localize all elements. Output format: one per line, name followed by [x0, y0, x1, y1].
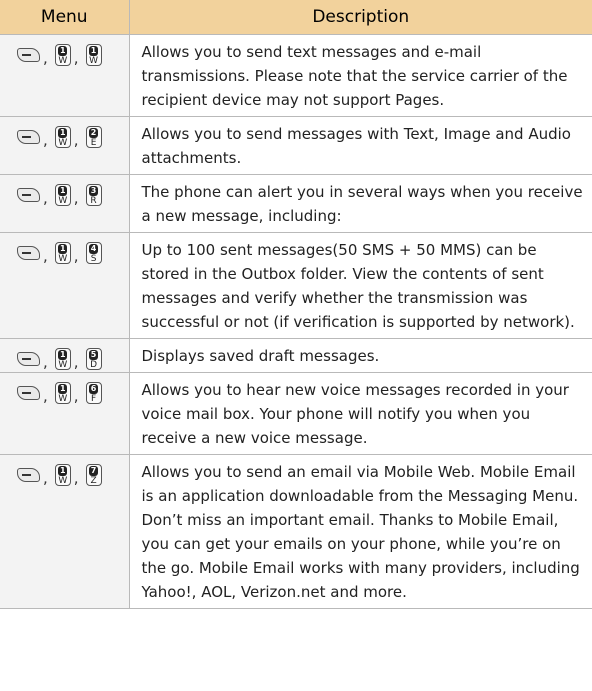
number-key-icon: 6F [85, 382, 102, 404]
key-separator: , [73, 130, 79, 149]
key-letter: Z [90, 476, 97, 486]
key-sequence: ,1W,1W [17, 44, 129, 66]
key-letter: W [58, 394, 68, 404]
key-separator: , [73, 468, 79, 487]
key-sequence: ,1W,3R [17, 184, 129, 206]
key-letter: F [90, 394, 97, 404]
table-header-row: Menu Description [0, 0, 592, 35]
key-letter: W [58, 254, 68, 264]
key-separator: , [73, 352, 79, 371]
key-separator: , [43, 188, 48, 207]
table-row: , 1 W, 1 W Allows you to send text messages a… [0, 34, 592, 117]
key-separator: , [43, 246, 48, 265]
key-separator: , [73, 386, 79, 405]
table-row: , 1 W, 5 D Displays saved draft messages. [0, 338, 592, 373]
menu-key-sequence: ,1W,2E [0, 116, 130, 175]
key-separator: , [43, 130, 48, 149]
number-key-icon: 1W [54, 184, 71, 206]
menu-column-header: Menu [0, 0, 130, 35]
key-sequence: ,1W,5D [17, 348, 129, 370]
left-soft-key-icon [17, 246, 40, 260]
left-soft-key-icon [17, 468, 40, 482]
key-number: 1 [58, 46, 68, 56]
key-number: 1 [58, 244, 68, 254]
key-number: 1 [58, 384, 68, 394]
key-sequence: ,1W,7Z [17, 464, 129, 486]
table-row: , 1 W, 3 R The phone can alert you in several… [0, 174, 592, 233]
number-key-icon: 1W [54, 242, 71, 264]
menu-key-sequence: ,1W,6F [0, 372, 130, 455]
left-soft-key-icon [17, 386, 40, 400]
description-cell: Allows you to send text messages and e-m… [129, 34, 592, 117]
key-number: 6 [89, 384, 99, 394]
number-key-icon: 1W [54, 348, 71, 370]
key-letter: W [58, 476, 68, 486]
description-cell: Allows you to hear new voice messages re… [129, 372, 592, 455]
key-letter: W [89, 56, 99, 66]
description-cell: Allows you to send an email via Mobile W… [129, 454, 592, 609]
table-row: , 1 W, 7 Z Allows you to send an email via Mo… [0, 454, 592, 609]
key-letter: R [90, 196, 97, 206]
key-separator: , [73, 246, 79, 265]
key-number: 1 [58, 466, 68, 476]
table-body: , 1 W, 1 W Allows you to send text messages a… [0, 34, 592, 609]
left-soft-key-icon [17, 188, 40, 202]
key-sequence: ,1W,6F [17, 382, 129, 404]
table-row: , 1 W, 2 E Allows you to send messages with T… [0, 116, 592, 175]
left-soft-key-icon [17, 48, 40, 62]
key-separator: , [43, 352, 48, 371]
key-number: 1 [58, 186, 68, 196]
number-key-icon: 3R [85, 184, 102, 206]
left-soft-key-icon [17, 130, 40, 144]
key-number: 1 [58, 350, 68, 360]
number-key-icon: 7Z [85, 464, 102, 486]
key-number: 2 [89, 128, 99, 138]
number-key-icon: 1W [54, 382, 71, 404]
description-column-header: Description [129, 0, 592, 35]
menu-key-sequence: ,1W,1W [0, 34, 130, 117]
number-key-icon: 1W [54, 464, 71, 486]
key-separator: , [73, 188, 79, 207]
number-key-icon: 1W [54, 44, 71, 66]
key-letter: W [58, 138, 68, 148]
left-soft-key-icon [17, 352, 40, 366]
table-row: , 1 W, 6 F Allows you to hear new voice messa… [0, 372, 592, 455]
number-key-icon: 1W [54, 126, 71, 148]
number-key-icon: 4S [85, 242, 102, 264]
key-letter: W [58, 56, 68, 66]
messaging-menu-table: Menu Description , 1 W, 1 W Allows you to sen… [0, 0, 592, 609]
menu-key-sequence: ,1W,5D [0, 338, 130, 373]
key-letter: W [58, 360, 68, 370]
key-letter: W [58, 196, 68, 206]
table-row: , 1 W, 4 S Up to 100 sent messages(50 SMS + 5… [0, 232, 592, 339]
description-cell: Allows you to send messages with Text, I… [129, 116, 592, 175]
menu-key-sequence: ,1W,7Z [0, 454, 130, 609]
key-letter: S [90, 254, 97, 264]
description-cell: Displays saved draft messages. [129, 338, 592, 373]
key-separator: , [43, 386, 48, 405]
manual-page: Menu Description , 1 W, 1 W Allows you to sen… [0, 0, 592, 691]
key-number: 5 [89, 350, 99, 360]
key-separator: , [73, 48, 79, 67]
key-number: 1 [89, 46, 99, 56]
key-number: 4 [89, 244, 99, 254]
key-separator: , [43, 48, 48, 67]
key-letter: E [90, 138, 97, 148]
description-cell: The phone can alert you in several ways … [129, 174, 592, 233]
key-number: 1 [58, 128, 68, 138]
description-cell: Up to 100 sent messages(50 SMS + 50 MMS)… [129, 232, 592, 339]
number-key-icon: 2E [85, 126, 102, 148]
key-sequence: ,1W,2E [17, 126, 129, 148]
number-key-icon: 5D [85, 348, 102, 370]
key-separator: , [43, 468, 48, 487]
key-sequence: ,1W,4S [17, 242, 129, 264]
menu-key-sequence: ,1W,4S [0, 232, 130, 339]
key-letter: D [90, 360, 98, 370]
number-key-icon: 1W [85, 44, 102, 66]
menu-key-sequence: ,1W,3R [0, 174, 130, 233]
key-number: 7 [89, 466, 99, 476]
key-number: 3 [89, 186, 99, 196]
